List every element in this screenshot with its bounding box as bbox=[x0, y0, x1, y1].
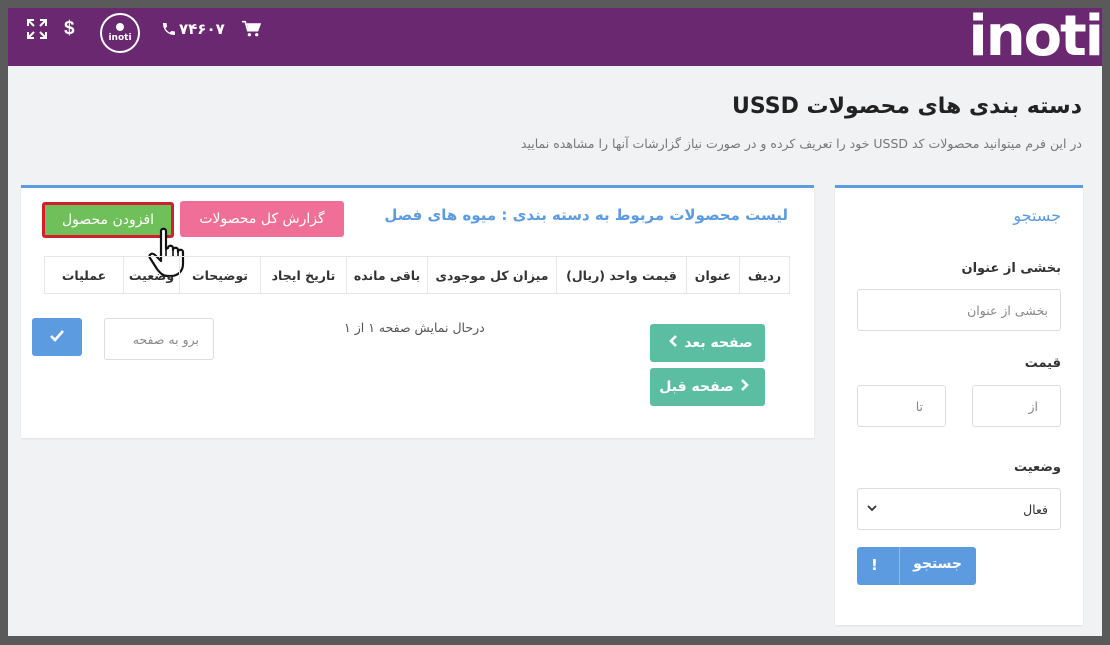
products-table-header: ردیف عنوان قیمت واحد (ریال) میزان کل موج… bbox=[44, 256, 790, 294]
exclamation-icon: ! bbox=[871, 556, 878, 574]
search-button-label: جستجو bbox=[913, 556, 962, 572]
goto-page-submit-button[interactable] bbox=[32, 318, 82, 356]
column-header[interactable]: وضعیت bbox=[123, 257, 179, 293]
avatar-icon[interactable]: inoti bbox=[100, 13, 140, 53]
app-frame: inoti $ inoti ۷۴۶۰۷ دسته بندی های محصولا… bbox=[8, 8, 1102, 636]
price-from-input[interactable]: از bbox=[972, 385, 1061, 427]
previous-page-button[interactable]: صفحه قبل bbox=[650, 368, 765, 406]
column-header[interactable]: قیمت واحد (ریال) bbox=[556, 257, 686, 293]
search-panel: جستجو بخشی از عنوان بخشی از عنوان قیمت ا… bbox=[835, 185, 1083, 625]
title-filter-input[interactable]: بخشی از عنوان bbox=[857, 289, 1061, 331]
page-description: در این فرم میتوانید محصولات کد USSD خود … bbox=[520, 136, 1082, 151]
page-title: دسته بندی های محصولات USSD bbox=[732, 94, 1082, 119]
status-select[interactable]: فعال bbox=[857, 488, 1061, 530]
search-button[interactable]: جستجو ! bbox=[857, 547, 976, 585]
column-header[interactable]: تاریخ ایجاد bbox=[260, 257, 346, 293]
avatar-text: inoti bbox=[108, 33, 132, 43]
inoti-logo[interactable]: inoti bbox=[969, 9, 1103, 65]
next-page-label: صفحه بعد bbox=[684, 335, 753, 351]
next-page-button[interactable]: صفحه بعد bbox=[650, 324, 765, 362]
chevron-right-icon bbox=[740, 379, 750, 395]
column-header[interactable]: باقی مانده bbox=[346, 257, 427, 293]
product-list-panel: لیست محصولات مربوط به دسته بندی : میوه ه… bbox=[21, 185, 814, 438]
cart-icon[interactable] bbox=[241, 20, 261, 38]
avatar-dot bbox=[116, 23, 124, 31]
search-button-divider bbox=[899, 547, 900, 585]
goto-page-input[interactable]: برو به صفحه bbox=[104, 318, 214, 360]
paging-info: درحال نمایش صفحه ۱ از ۱ bbox=[344, 320, 485, 335]
chevron-down-icon bbox=[867, 505, 877, 512]
phone-icon bbox=[163, 23, 175, 35]
price-to-input[interactable]: تا bbox=[857, 385, 946, 427]
column-header[interactable]: عملیات bbox=[45, 257, 123, 293]
price-filter-label: قیمت bbox=[1024, 356, 1061, 371]
report-all-products-button[interactable]: گزارش کل محصولات bbox=[180, 201, 344, 237]
search-panel-title: جستجو bbox=[1013, 206, 1061, 225]
phone-link[interactable]: ۷۴۶۰۷ bbox=[161, 20, 225, 38]
chevron-left-icon bbox=[668, 335, 678, 351]
status-filter-label: وضعیت bbox=[1013, 460, 1061, 475]
column-header[interactable]: ردیف bbox=[739, 257, 789, 293]
column-header[interactable]: عنوان bbox=[686, 257, 739, 293]
status-selected-value: فعال bbox=[1023, 501, 1048, 517]
column-header[interactable]: میزان کل موجودی bbox=[427, 257, 556, 293]
dollar-icon[interactable]: $ bbox=[64, 18, 75, 40]
title-filter-label: بخشی از عنوان bbox=[961, 261, 1061, 276]
list-title: لیست محصولات مربوط به دسته بندی : میوه ه… bbox=[384, 206, 788, 224]
column-header[interactable]: توضیحات bbox=[179, 257, 260, 293]
phone-number: ۷۴۶۰۷ bbox=[179, 20, 225, 38]
top-bar: inoti $ inoti ۷۴۶۰۷ bbox=[8, 8, 1102, 66]
expand-icon[interactable] bbox=[26, 18, 48, 40]
previous-page-label: صفحه قبل bbox=[659, 379, 734, 395]
check-icon bbox=[50, 330, 64, 342]
